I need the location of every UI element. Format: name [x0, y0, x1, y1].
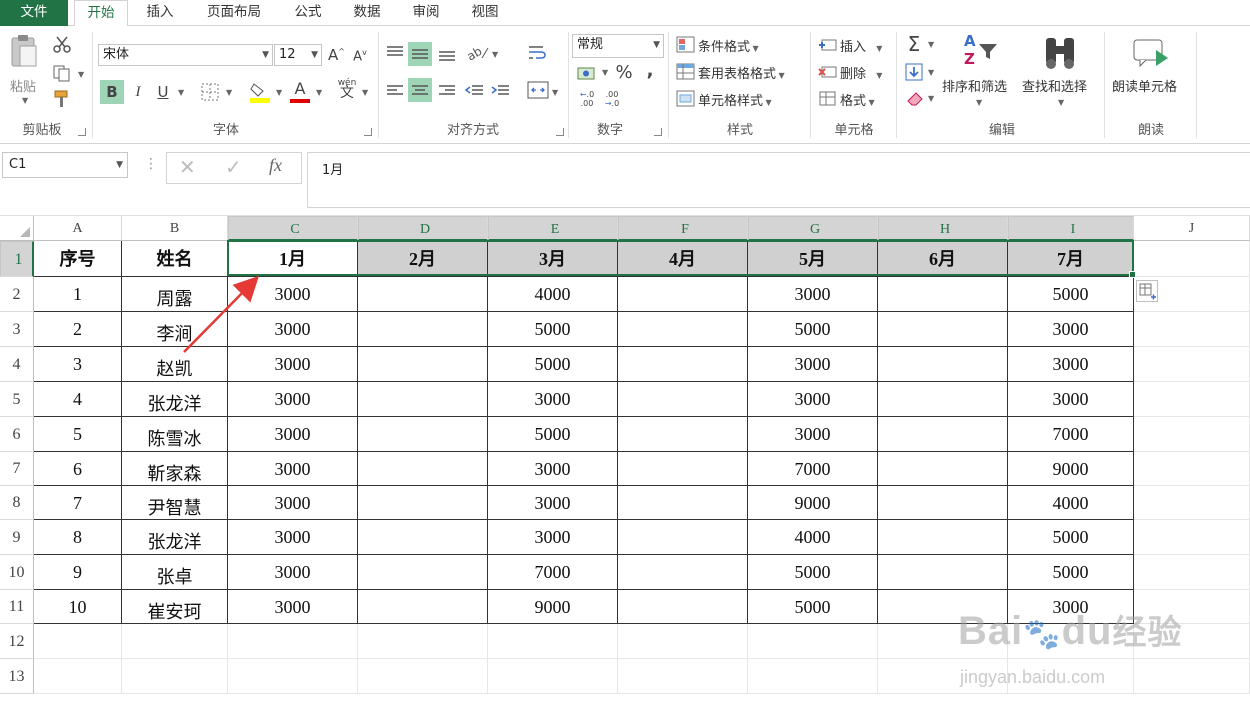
excel-window: 文件 开始 插入 页面布局 公式 数据 审阅 视图 粘贴 ▼ ▼ 剪贴板 宋体 … — [0, 0, 1250, 721]
watermark-url: jingyan.baidu.com — [960, 667, 1106, 687]
watermark-brand-left: Bai — [958, 609, 1024, 653]
watermark-brand-cn: 经验 — [1112, 614, 1183, 652]
watermark-brand-right: du — [1061, 609, 1113, 653]
baidu-watermark-logo: Bai🐾du经验 jingyan.baidu.com — [958, 609, 1183, 687]
